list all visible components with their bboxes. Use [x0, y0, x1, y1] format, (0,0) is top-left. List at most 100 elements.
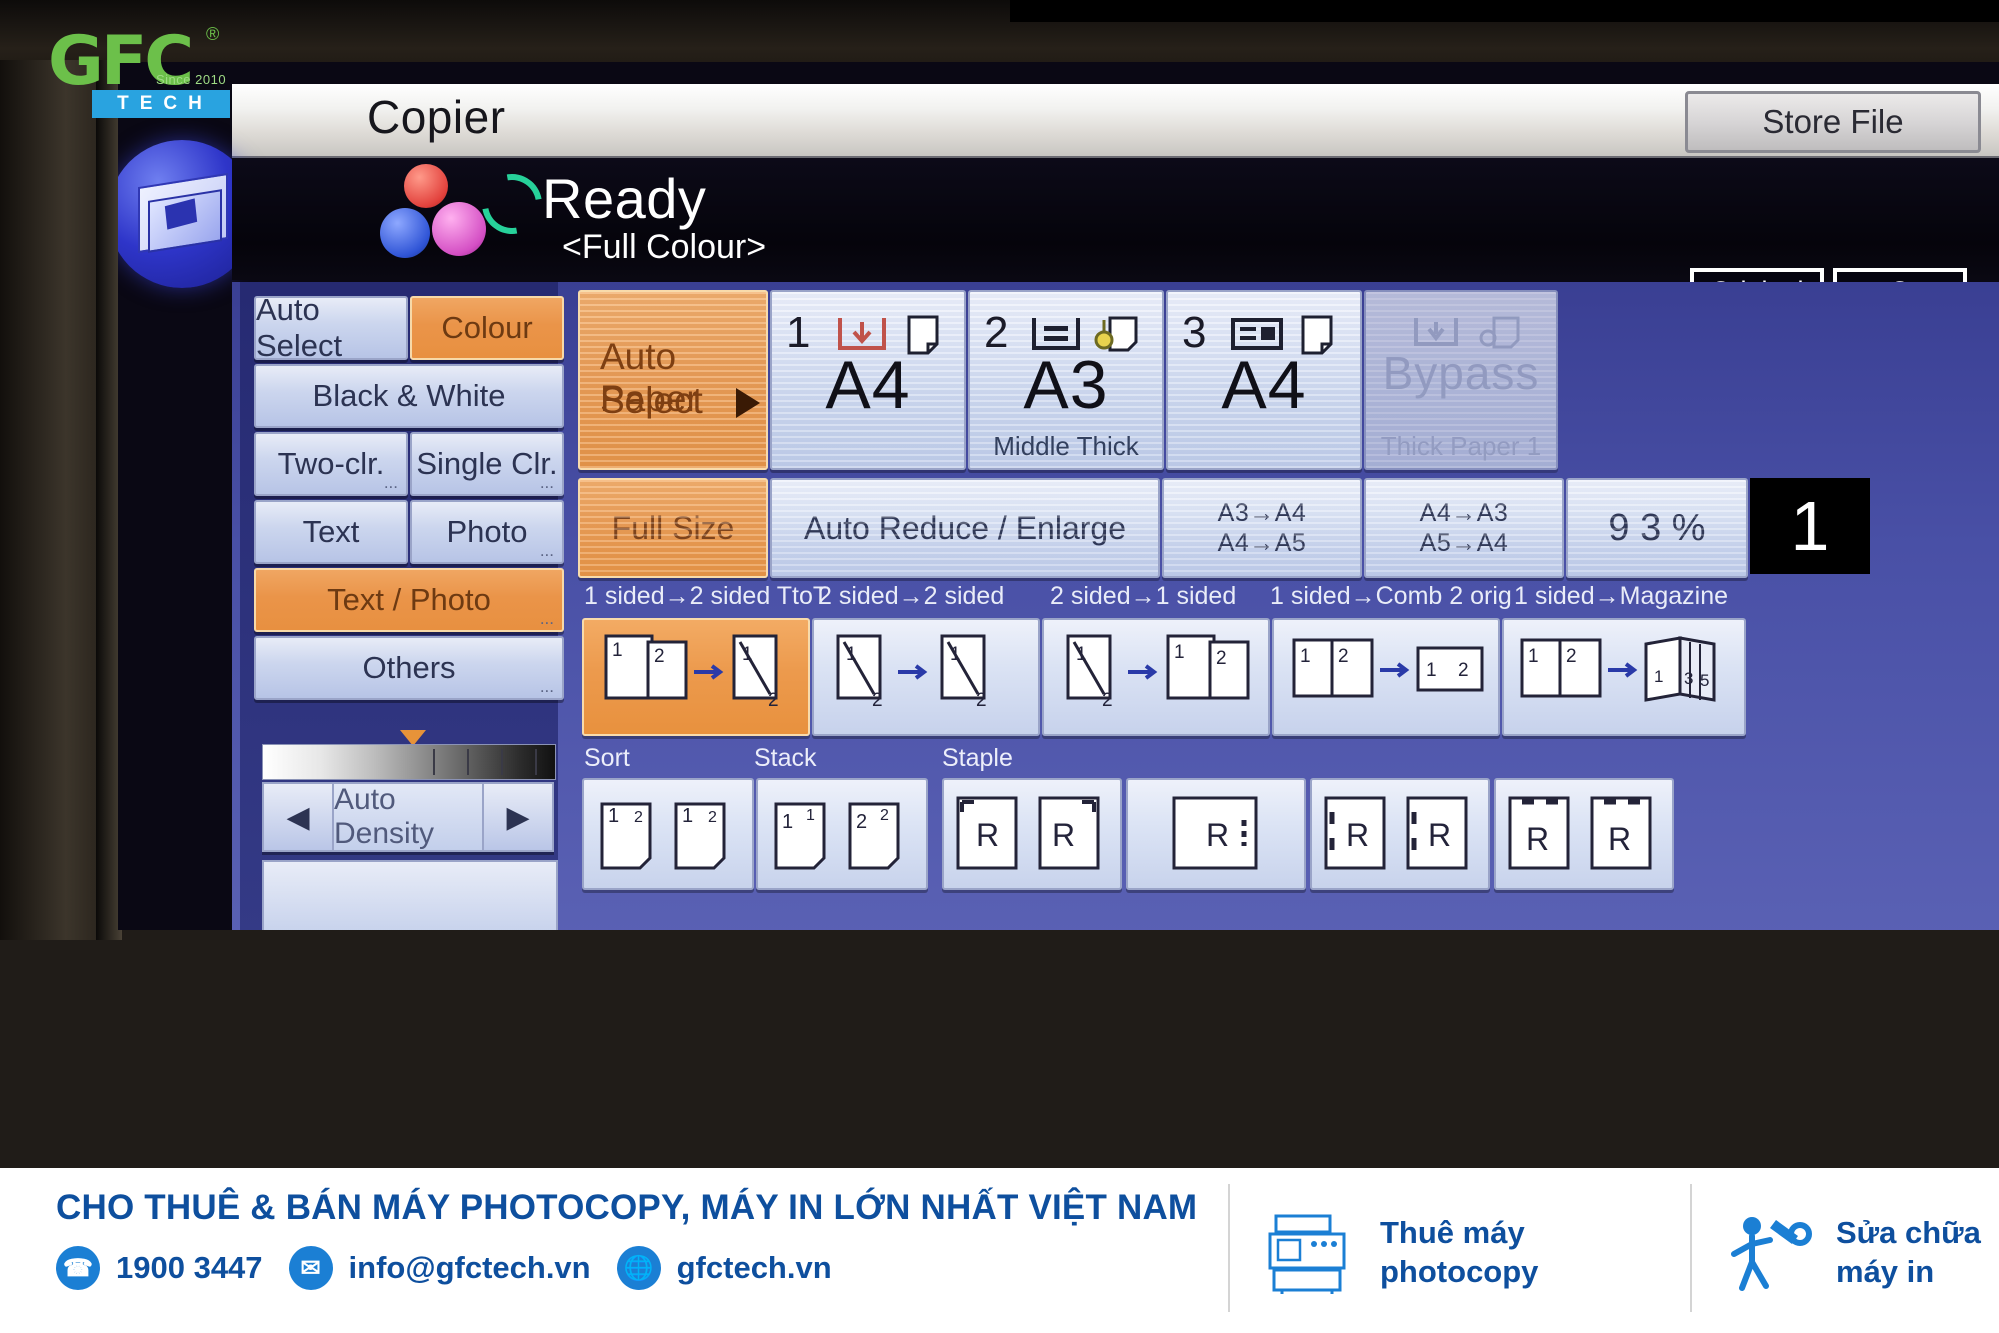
- photo-label: Photo: [446, 514, 528, 549]
- duplex-1to2-ttot-button[interactable]: 1 2 1 2: [582, 618, 810, 736]
- svg-text:1: 1: [1300, 646, 1311, 667]
- duplex-2to2-button[interactable]: 1 2 1 2: [812, 618, 1040, 736]
- density-increase-button[interactable]: ▶: [482, 782, 554, 852]
- duplex-2to1-icon: 1 2 1 2: [1066, 634, 1250, 711]
- auto-reduce-enlarge-label: Auto Reduce / Enlarge: [804, 509, 1126, 546]
- duplex-1to-magazine-button[interactable]: 1 2 1 3 5: [1502, 618, 1746, 736]
- staple-right-button[interactable]: R: [1126, 778, 1306, 890]
- svg-text:5: 5: [1700, 671, 1709, 690]
- two-colour-label: Two-clr.: [277, 446, 385, 481]
- staple-two-left-icon: R R: [1324, 796, 1468, 870]
- banner-service-rent: Thuê máy photocopy: [1262, 1210, 1538, 1296]
- svg-text:1: 1: [742, 644, 753, 665]
- auto-density-button[interactable]: Auto Density: [334, 782, 482, 852]
- bypass-tray-button[interactable]: Bypass Thick Paper 1: [1364, 290, 1558, 470]
- svg-text:1: 1: [682, 805, 693, 827]
- svg-text:2: 2: [1216, 648, 1227, 669]
- left-settings-column: Auto Select Colour Black & White Two-clr…: [240, 282, 564, 930]
- duplex-combine-row: 1 sided→2 sided TtoT 2 sided→2 sided 2 s…: [578, 582, 1993, 736]
- phone-icon: ☎: [56, 1246, 100, 1290]
- duplex-2to1-button[interactable]: 1 2 1 2: [1042, 618, 1270, 736]
- svg-text:1: 1: [950, 644, 961, 665]
- banner-service-repair-line1: Sửa chữa: [1836, 1215, 1981, 1251]
- titlebar: Copier Store File: [232, 84, 1999, 156]
- text-photo-button[interactable]: Text / Photo ...: [254, 568, 564, 632]
- single-colour-button[interactable]: Single Clr. ...: [410, 432, 564, 496]
- full-size-button[interactable]: Full Size: [578, 478, 768, 578]
- colour-button[interactable]: Colour: [410, 296, 564, 360]
- svg-text:2: 2: [634, 809, 643, 826]
- svg-text:R: R: [1428, 817, 1451, 853]
- ratio-a3-a4-line2: A4→A5: [1217, 529, 1307, 557]
- envelope-icon: ✉: [288, 1246, 333, 1290]
- photo-button[interactable]: Photo ...: [410, 500, 564, 564]
- svg-text:1: 1: [608, 805, 619, 827]
- banner-phone[interactable]: ☎ 1900 3447: [56, 1246, 263, 1290]
- left-bottom-button[interactable]: [262, 860, 558, 930]
- duplex-2to2-icon: 1 2 1 2: [836, 634, 987, 711]
- banner-divider-2: [1690, 1184, 1692, 1312]
- wrench-worker-icon: [1731, 1217, 1812, 1291]
- others-button[interactable]: Others ...: [254, 636, 564, 700]
- banner-website[interactable]: 🌐 gfctech.vn: [616, 1246, 832, 1290]
- ratio-a4-a3-button[interactable]: A4→A3 A5→A4: [1364, 478, 1564, 578]
- svg-text:1: 1: [1426, 660, 1437, 681]
- duplex-1to-comb2-button[interactable]: 1 2 1 2: [1272, 618, 1500, 736]
- banner-service-rent-label: Thuê máy photocopy: [1380, 1214, 1538, 1292]
- reduce-enlarge-row: Full Size Auto Reduce / Enlarge A3→A4 A4…: [578, 478, 1993, 578]
- auto-paper-arrow-icon: [736, 388, 760, 418]
- text-photo-more-dots: ...: [539, 609, 554, 628]
- paper-tray-3-size: A4: [1221, 347, 1307, 423]
- two-colour-button[interactable]: Two-clr. ...: [254, 432, 408, 496]
- banner-service-repair-label: Sửa chữa máy in: [1836, 1214, 1981, 1292]
- ratio-a3-a4-button[interactable]: A3→A4 A4→A5: [1162, 478, 1362, 578]
- svg-text:1: 1: [1654, 667, 1663, 686]
- screenshot-photo: Copier Store File Ready <Full Colour> Or…: [0, 0, 1999, 1333]
- svg-text:1: 1: [1076, 644, 1087, 665]
- copier-touchscreen: Copier Store File Ready <Full Colour> Or…: [118, 62, 1999, 930]
- gfc-logo-since: Since 2010: [156, 72, 227, 87]
- auto-select-button[interactable]: Auto Select: [254, 292, 408, 363]
- stack-label: Stack: [754, 744, 817, 772]
- finishing-row: Sort Stack Staple 1 2 1 2 1 1 2 2 R R R …: [578, 744, 1993, 892]
- ad-banner: CHO THUÊ & BÁN MÁY PHOTOCOPY, MÁY IN LỚN…: [0, 1168, 1999, 1333]
- svg-text:R: R: [1346, 817, 1369, 853]
- full-size-label: Full Size: [611, 509, 735, 546]
- stack-button[interactable]: 1 1 2 2: [756, 778, 928, 890]
- paper-tray-1-size: A4: [825, 347, 911, 423]
- auto-paper-select-button[interactable]: Auto Paper Select: [578, 290, 768, 470]
- svg-text:1: 1: [1174, 642, 1185, 663]
- ratio-a4-a3-line2: A5→A4: [1419, 529, 1509, 557]
- paper-tray-3-button[interactable]: 3 A4: [1166, 290, 1362, 470]
- gfc-logo-sub: TECH: [92, 90, 230, 118]
- toner-dot-red-icon: [404, 164, 448, 208]
- staple-top-left-icon: R R: [956, 796, 1100, 870]
- staple-two-left-button[interactable]: R R: [1310, 778, 1490, 890]
- svg-text:R: R: [1052, 817, 1075, 853]
- sort-button[interactable]: 1 2 1 2: [582, 778, 754, 890]
- main-panel: Auto Select Colour Black & White Two-clr…: [232, 282, 1999, 930]
- density-decrease-button[interactable]: ◀: [262, 782, 334, 852]
- ratio-a4-a3-line1: A4→A3: [1419, 498, 1509, 527]
- staple-two-top-icon: R R: [1508, 796, 1652, 870]
- paper-tray-2-button[interactable]: 2 A3 Middle Thick: [968, 290, 1164, 470]
- banner-email[interactable]: ✉ info@gfctech.vn: [288, 1246, 591, 1290]
- density-scale: [262, 744, 556, 780]
- staple-two-top-button[interactable]: R R: [1494, 778, 1674, 890]
- black-and-white-button[interactable]: Black & White: [254, 364, 564, 428]
- store-file-button[interactable]: Store File: [1685, 91, 1981, 153]
- svg-text:3: 3: [1684, 669, 1693, 688]
- svg-text:R: R: [1526, 821, 1549, 857]
- single-colour-more-dots: ...: [539, 473, 554, 492]
- text-button[interactable]: Text: [254, 500, 408, 564]
- ratio-a3-a4-line1: A3→A4: [1217, 498, 1307, 527]
- svg-text:1: 1: [782, 811, 793, 833]
- svg-text:R: R: [1206, 817, 1229, 853]
- staple-top-left-button[interactable]: R R: [942, 778, 1122, 890]
- paper-tray-1-button[interactable]: 1 A4: [770, 290, 966, 470]
- combine-2-originals-icon: 1 2 1 2: [1292, 638, 1484, 698]
- right-settings-column: Auto Paper Select 1 A4 2 A3 Middle Thick…: [568, 282, 1999, 930]
- auto-reduce-enlarge-button[interactable]: Auto Reduce / Enlarge: [770, 478, 1160, 578]
- banner-service-rent-line1: Thuê máy: [1380, 1215, 1525, 1251]
- ratio-93-percent-button[interactable]: 9 3 %: [1566, 478, 1748, 578]
